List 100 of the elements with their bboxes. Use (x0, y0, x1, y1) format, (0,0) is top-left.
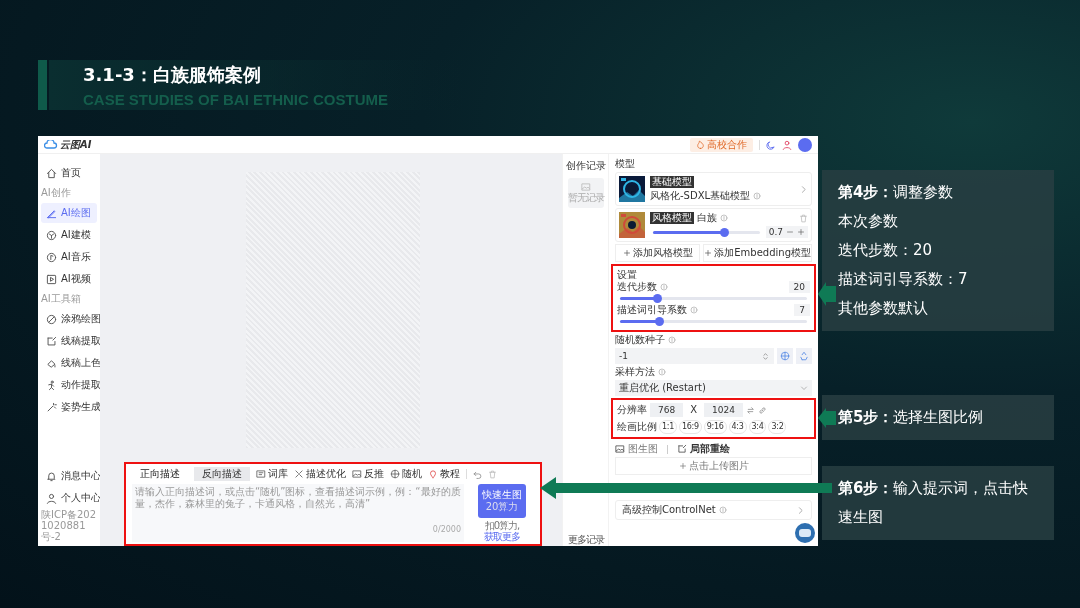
music-icon (46, 251, 57, 263)
generate-button[interactable]: 快速生图 20算力 (478, 484, 526, 518)
toolbar-button[interactable]: 描述优化 (294, 468, 346, 480)
plus-icon[interactable] (797, 228, 805, 236)
seed-field[interactable]: -1 (615, 348, 774, 364)
lines-icon (46, 335, 57, 347)
upload-button[interactable]: 点击上传图片 (615, 457, 812, 475)
stepper-icon (761, 351, 770, 361)
app-logo: 云图AI (44, 138, 92, 151)
height-field[interactable]: 1024 (704, 403, 743, 417)
slider-track[interactable] (653, 230, 760, 234)
slider-thumb[interactable] (655, 317, 665, 326)
cube-icon (46, 229, 57, 241)
width-field[interactable]: 768 (650, 403, 684, 417)
step-text: 本次参数 (838, 211, 899, 232)
step-text: 描述词引导系数：7 (838, 269, 969, 290)
row-label: 高级控制ControlNet (622, 504, 716, 516)
accent-bar (38, 60, 47, 110)
model-badge: 风格模型 (650, 212, 694, 224)
user-icon (46, 492, 57, 504)
image-icon (580, 182, 591, 192)
model-card[interactable]: 风格模型 白族 0.7 (615, 208, 812, 242)
recycle-button[interactable] (796, 348, 812, 364)
value-field[interactable]: 20 (788, 281, 810, 293)
info-icon (660, 283, 668, 291)
field-label: 描述词引导系数 (617, 304, 687, 316)
footer-text: 陕ICP备2021020881号-2 (40, 509, 98, 542)
info-icon (690, 306, 698, 314)
home-icon (46, 167, 57, 179)
step-heading: 第5步：选择生图比例 (838, 407, 985, 428)
model-card[interactable]: 基础模型 风格化-SDXL基础模型 (615, 172, 812, 206)
weight-stepper[interactable]: 0.7 (765, 226, 808, 238)
recycle-icon (799, 351, 809, 361)
add-model-button[interactable]: 添加风格模型 (615, 244, 701, 262)
more-link[interactable]: 获取更多 (484, 531, 520, 542)
bucket-icon (46, 357, 57, 369)
moon-icon[interactable] (766, 139, 776, 150)
link-icon[interactable] (757, 405, 767, 415)
sidebar-item[interactable]: 首页 (41, 163, 97, 183)
assistant-icon[interactable] (794, 522, 816, 544)
times-sign: X (690, 404, 698, 416)
swap-icon[interactable] (745, 405, 755, 415)
chevron-right-icon (799, 184, 808, 194)
step-text: 其他参数默认 (838, 298, 929, 319)
sampler-dropdown[interactable]: 重启优化 (Restart) (615, 380, 812, 396)
dice-button[interactable] (777, 348, 793, 364)
sidebar-item[interactable]: AI绘图 (41, 203, 97, 223)
section-label: AI创作 (40, 186, 72, 200)
add-model-button[interactable]: 添加Embedding模型 (703, 244, 812, 262)
model-badge: 基础模型 (650, 176, 694, 188)
field-label: 采样方法 (615, 366, 655, 378)
info-icon (718, 506, 727, 514)
more-records-link[interactable]: 更多记录 (567, 534, 604, 546)
model-name: 风格化-SDXL基础模型 (650, 190, 751, 202)
avatar-icon[interactable] (798, 137, 812, 152)
undo-icon[interactable] (473, 469, 482, 479)
sidebar-item[interactable]: AI视频 (41, 269, 97, 289)
empty-text: 暂无记录 (567, 192, 604, 204)
balance-text: 扣0算力, 获取更多 (483, 520, 521, 542)
brush-icon (46, 207, 57, 219)
toolbar-button[interactable]: 词库 (256, 468, 288, 480)
magic-icon (46, 401, 57, 413)
section-label: 模型 (615, 158, 636, 170)
dice-icon (780, 351, 790, 361)
brush-icon (677, 444, 687, 454)
char-counter: 0/2000 (432, 524, 461, 536)
mode-tab[interactable]: 图生图 (615, 443, 658, 455)
sidebar-item[interactable]: AI音乐 (41, 247, 97, 267)
book-icon (256, 469, 266, 479)
bell-icon (46, 470, 57, 482)
value-field[interactable]: 7 (794, 304, 810, 316)
slider-thumb[interactable] (720, 227, 730, 237)
toolbar-button[interactable]: 教程 (428, 468, 460, 480)
mode-tab[interactable]: 局部重绘 (677, 443, 730, 455)
user-icon[interactable] (782, 139, 792, 150)
plus-icon (622, 249, 631, 257)
panel-title: 创作记录 (565, 160, 606, 172)
step-heading: 第6步：输入提示词，点击快速生图 (838, 478, 1030, 528)
pose-icon (46, 379, 57, 391)
field-label: 绘画比例 (617, 421, 657, 433)
prompt-tab[interactable]: 正向描述 (132, 467, 188, 481)
dice-icon (390, 469, 400, 479)
toolbar-button[interactable]: 反推 (352, 468, 384, 480)
info-icon (753, 192, 762, 200)
field-label: 分辨率 (617, 404, 647, 416)
info-icon (720, 214, 728, 222)
toolbar-button[interactable]: 随机 (390, 468, 422, 480)
slider-thumb[interactable] (653, 294, 663, 303)
pin-icon (428, 469, 438, 479)
image-icon (352, 469, 362, 479)
cloud-icon (44, 140, 58, 149)
field-label: 随机数种子 (615, 334, 665, 346)
plus-icon (704, 249, 713, 257)
sidebar-item[interactable]: AI建模 (41, 225, 97, 245)
model-name: 白族 (697, 212, 717, 224)
chevron-right-icon (796, 505, 805, 515)
prompt-tab[interactable]: 反向描述 (194, 467, 250, 481)
step-heading: 第4步：调整参数 (838, 182, 955, 203)
controlnet-row[interactable]: 高级控制ControlNet (615, 500, 812, 520)
video-icon (46, 273, 57, 285)
